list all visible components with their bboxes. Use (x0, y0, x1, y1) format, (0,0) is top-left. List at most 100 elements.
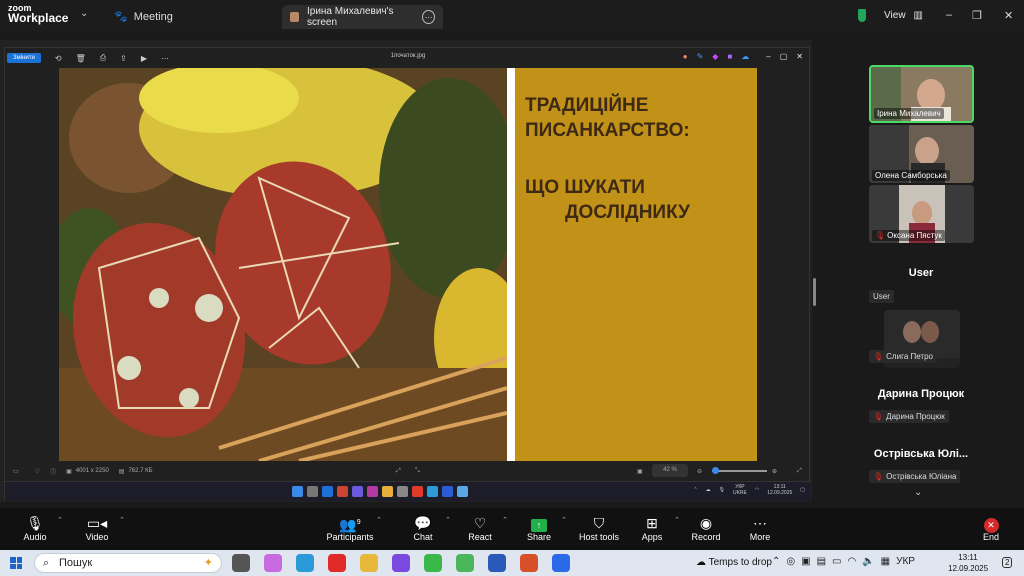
info-icon[interactable]: ⓘ (50, 467, 56, 476)
fit-icon[interactable]: ⤢ (396, 468, 401, 475)
edge-icon[interactable] (296, 554, 314, 572)
viber-icon[interactable] (392, 554, 410, 572)
clock[interactable]: 13:11 12.09.2025 (948, 552, 988, 574)
zoom-fit-icon[interactable]: ▣ (637, 468, 643, 475)
more-button[interactable]: ⋯ More (736, 514, 784, 542)
scrollbar-thumb[interactable] (813, 278, 816, 306)
heart-icon[interactable]: ♡ (35, 468, 40, 475)
image-icon: ▣ (66, 468, 72, 475)
zoom-slider-knob[interactable] (712, 467, 719, 474)
zoom-level[interactable]: 42 % (652, 464, 688, 477)
chevron-up-icon[interactable]: ⌃ (693, 487, 697, 493)
word-icon[interactable] (488, 554, 506, 572)
screen-share-tab[interactable]: Ірина Михалевич's screen … (282, 5, 443, 29)
mic-tray-icon[interactable]: 🎙 (719, 487, 725, 493)
wifi-icon[interactable]: ◠ (755, 487, 759, 493)
chevron-down-icon[interactable]: ⌄ (80, 8, 88, 19)
participants-label: Participants (326, 532, 374, 542)
windows-icon[interactable] (292, 486, 303, 497)
chrome-profile-icon[interactable] (456, 554, 474, 572)
apps-button[interactable]: ⊞ Apps ⌃ (628, 514, 680, 542)
more-options-icon[interactable]: … (422, 10, 435, 24)
opera-icon[interactable] (412, 486, 423, 497)
chevron-up-icon[interactable]: ⌃ (445, 516, 451, 524)
video-tile[interactable]: Олена Самборська (869, 125, 974, 183)
notification-icon[interactable]: ▢ (800, 487, 805, 493)
powerpoint-icon[interactable] (520, 554, 538, 572)
microphone-icon: 🎙 (26, 515, 44, 531)
chevron-up-icon[interactable]: ⌃ (561, 516, 567, 524)
clipchamp-icon[interactable]: ■ (727, 52, 732, 61)
search-icon[interactable] (307, 486, 318, 497)
zoom-out-icon[interactable]: ⊖ (697, 468, 702, 475)
tray-app-icon[interactable]: ▣ (801, 556, 810, 567)
designer-icon[interactable]: ◆ (712, 52, 718, 61)
zoom-taskbar-icon[interactable] (552, 554, 570, 572)
fullscreen-icon[interactable]: ⤡ (415, 468, 420, 475)
share-button[interactable]: ↑ Share ⌃ (515, 514, 567, 542)
chevron-up-icon[interactable]: ⌃ (674, 516, 680, 524)
copilot-icon[interactable] (264, 554, 282, 572)
photos-icon[interactable] (322, 486, 333, 497)
battery-icon[interactable]: ▭ (832, 556, 841, 567)
host-tools-button[interactable]: ⛉ Host tools (575, 514, 623, 542)
audio-button[interactable]: 🎙 Audio ⌃ (11, 514, 63, 542)
end-button[interactable]: ✕ End (967, 514, 1015, 542)
zoom-app-icon[interactable] (442, 486, 453, 497)
weather-widget[interactable]: ☁ Temps to drop (696, 557, 772, 568)
keyboard-layout[interactable]: УКР (896, 556, 915, 567)
notification-badge[interactable]: 2 (1002, 557, 1013, 568)
video-tile[interactable]: Ірина Михалевич (869, 65, 974, 123)
chevron-up-icon[interactable]: ⌃ (772, 556, 780, 567)
viewer-app-icon[interactable] (457, 486, 468, 497)
chevron-up-icon[interactable]: ⌃ (502, 516, 508, 524)
task-view-icon[interactable] (232, 554, 250, 572)
edit-pen-icon[interactable]: ✎ (697, 52, 704, 61)
filmstrip-icon[interactable]: ▭ (13, 468, 19, 475)
chat-button[interactable]: 💬 Chat ⌃ (399, 514, 451, 542)
opera-icon[interactable] (328, 554, 346, 572)
zoom-slider[interactable] (712, 467, 767, 474)
folder-icon[interactable] (382, 486, 393, 497)
record-button[interactable]: ◉ Record (682, 514, 730, 542)
cloud-tray-icon[interactable]: ☁ (706, 487, 711, 493)
file-explorer-icon[interactable] (360, 554, 378, 572)
video-tile[interactable]: 🎙 Оксана Пястук (869, 185, 974, 243)
chrome-icon[interactable] (424, 554, 442, 572)
minimize-button[interactable]: – (946, 9, 952, 21)
cloud-icon[interactable]: ☁ (741, 52, 749, 61)
chevron-down-icon[interactable]: ⌄ (914, 487, 922, 498)
edge-icon[interactable] (427, 486, 438, 497)
close-button[interactable]: ✕ (1004, 9, 1013, 22)
tray-app3-icon[interactable]: ▦ (881, 556, 890, 567)
react-button[interactable]: ♡ React ⌃ (456, 514, 508, 542)
copilot-icon[interactable]: ● (683, 52, 688, 61)
chevron-up-icon[interactable]: ⌃ (376, 516, 382, 524)
expand-icon[interactable]: ⤢ (797, 468, 802, 475)
meeting-tab[interactable]: 🐾 Meeting (114, 10, 173, 24)
chevron-up-icon[interactable]: ⌃ (57, 516, 63, 524)
view-button[interactable]: View ▥ (855, 6, 923, 24)
copilot-tray-icon[interactable]: ◎ (786, 556, 795, 567)
participants-count: 9 (356, 519, 361, 526)
video-button[interactable]: ▭◂ Video ⌃ (73, 514, 125, 542)
onenote-icon[interactable] (367, 486, 378, 497)
file-size: 762.7 КБ (128, 468, 153, 474)
powerpoint-icon[interactable] (337, 486, 348, 497)
maximize-button[interactable]: ❐ (972, 9, 982, 22)
tray-app2-icon[interactable]: ▤ (817, 556, 826, 567)
remote-clock[interactable]: 13:11 12.09.2025 (767, 484, 792, 496)
viewer-minimize[interactable]: – (766, 52, 770, 61)
viewer-close[interactable]: ✕ (796, 52, 803, 61)
speaker-icon[interactable]: 🔈 (862, 556, 874, 567)
participants-button[interactable]: 👥9 Participants ⌃ (322, 514, 382, 542)
chevron-up-icon[interactable]: ⌃ (119, 516, 125, 524)
remote-lang[interactable]: УКР UKRE (733, 484, 747, 496)
zoom-in-icon[interactable]: ⊕ (772, 468, 777, 475)
start-button[interactable] (10, 557, 22, 569)
viewer-maximize[interactable]: ▢ (780, 52, 788, 61)
teams-icon[interactable] (352, 486, 363, 497)
search-input[interactable]: ⌕ Пошук ✦ (34, 553, 222, 573)
app-icon[interactable] (397, 486, 408, 497)
wifi-icon[interactable]: ◠ (847, 556, 856, 567)
